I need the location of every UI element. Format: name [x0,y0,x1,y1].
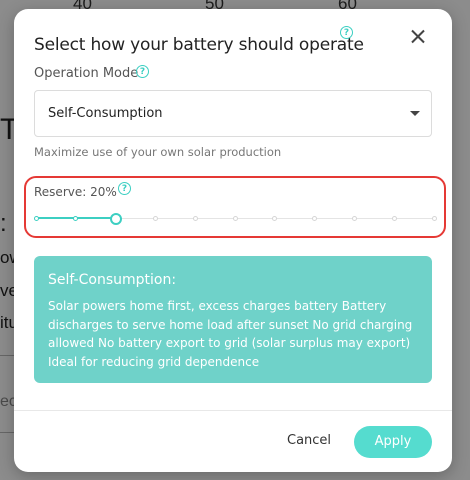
footer-divider [14,410,452,411]
reserve-label: Reserve: 20% [34,185,117,199]
help-icon[interactable]: ? [136,65,149,78]
close-icon[interactable] [408,27,428,47]
slider-step-mark[interactable] [351,216,357,221]
cancel-button[interactable]: Cancel [287,433,331,448]
slider-step-mark[interactable] [391,216,397,221]
slider-step-mark[interactable] [152,216,158,221]
slider-step-mark[interactable] [312,216,318,221]
operation-mode-hint: Maximize use of your own solar productio… [34,145,282,159]
info-title: Self-Consumption: [48,272,177,288]
dialog-title: Select how your battery should operate [34,35,364,55]
info-body: Solar powers home first, excess charges … [48,299,413,369]
slider-step-mark[interactable] [272,216,278,221]
apply-button[interactable]: Apply [354,426,432,458]
slider-step-mark[interactable] [232,216,238,221]
battery-operation-dialog: Select how your battery should operate ?… [14,9,452,472]
operation-mode-value: Self-Consumption [48,106,163,121]
help-icon[interactable]: ? [118,182,131,195]
operation-mode-select[interactable]: Self-Consumption [34,90,432,137]
reserve-slider[interactable] [33,212,437,226]
slider-step-mark[interactable] [73,216,79,221]
slider-step-mark[interactable] [33,216,39,221]
slider-step-mark[interactable] [192,216,198,221]
slider-step-mark[interactable] [431,216,437,221]
caret-down-icon [410,111,420,116]
slider-thumb[interactable] [109,213,122,225]
help-icon[interactable]: ? [340,26,353,39]
operation-mode-label: Operation Mode [34,66,139,81]
mode-info-panel: Self-Consumption: Solar powers home firs… [34,256,432,383]
